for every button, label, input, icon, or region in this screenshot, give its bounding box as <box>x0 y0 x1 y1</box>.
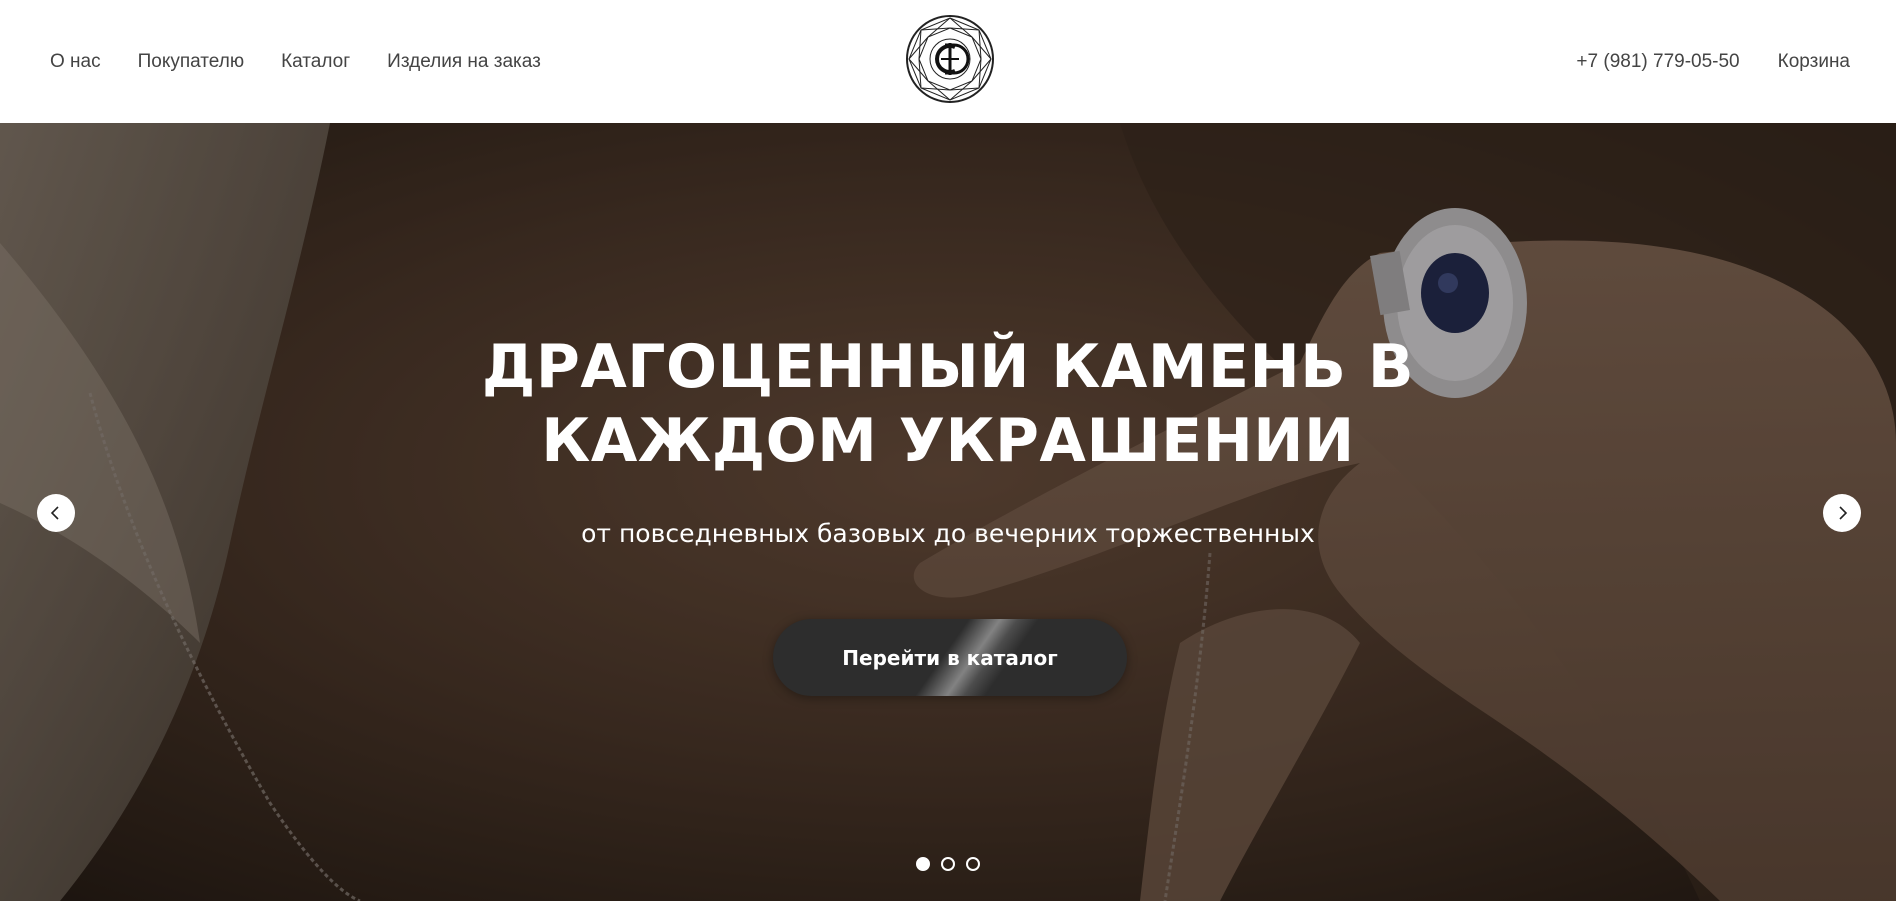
hero-overlay <box>0 123 1896 901</box>
nav-link-catalog[interactable]: Каталог <box>281 51 350 73</box>
nav-link-buyers[interactable]: Покупателю <box>138 51 244 73</box>
hero-slider: ДРАГОЦЕННЫЙ КАМЕНЬ В КАЖДОМ УКРАШЕНИИ от… <box>0 123 1896 901</box>
slider-dot-2[interactable] <box>941 857 955 871</box>
site-header: О нас Покупателю Каталог Изделия на зака… <box>0 0 1896 123</box>
slider-prev-button[interactable] <box>37 494 75 532</box>
header-actions: +7 (981) 779-05-50 Корзина <box>1576 0 1850 123</box>
hero-title: ДРАГОЦЕННЫЙ КАМЕНЬ В КАЖДОМ УКРАШЕНИИ <box>481 332 1415 476</box>
slider-pagination <box>916 857 980 871</box>
chevron-left-icon <box>50 506 59 520</box>
cart-link[interactable]: Корзина <box>1778 51 1850 73</box>
logo[interactable] <box>905 14 995 104</box>
slider-next-button[interactable] <box>1823 494 1861 532</box>
go-to-catalog-button[interactable]: Перейти в каталог <box>773 619 1127 696</box>
slider-dot-3[interactable] <box>966 857 980 871</box>
nav-link-custom-orders[interactable]: Изделия на заказ <box>387 51 541 73</box>
slider-dot-1[interactable] <box>916 857 930 871</box>
main-nav: О нас Покупателю Каталог Изделия на зака… <box>50 0 541 123</box>
chevron-right-icon <box>1839 506 1848 520</box>
go-to-catalog-label: Перейти в каталог <box>842 646 1058 670</box>
phone-link[interactable]: +7 (981) 779-05-50 <box>1576 51 1739 73</box>
diamond-monogram-logo-icon <box>906 15 994 103</box>
nav-link-about[interactable]: О нас <box>50 51 101 73</box>
hero-subtitle: от повседневных базовых до вечерних торж… <box>581 519 1315 548</box>
